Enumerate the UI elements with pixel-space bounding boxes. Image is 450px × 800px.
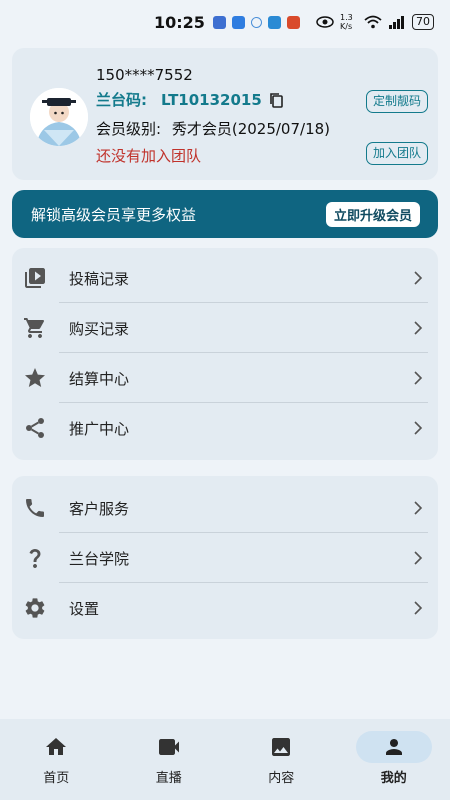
menu-item-submission-records[interactable]: 投稿记录 xyxy=(12,253,438,303)
network-speed: 1.3 K/s xyxy=(340,13,353,31)
custom-code-button[interactable]: 定制靓码 xyxy=(365,90,428,113)
code-label: 兰台码: xyxy=(96,91,147,109)
menu-label: 兰台学院 xyxy=(69,549,130,568)
menu-label: 设置 xyxy=(69,599,100,618)
join-team-button[interactable]: 加入团队 xyxy=(365,142,428,165)
copy-icon[interactable] xyxy=(268,92,284,108)
app-notification-icon xyxy=(231,15,245,29)
nav-live[interactable]: 直播 xyxy=(113,719,226,800)
upgrade-button[interactable]: 立即升级会员 xyxy=(325,201,420,227)
nav-label: 我的 xyxy=(380,771,407,786)
status-bar: 10:25 1.3 K/s 70 xyxy=(0,0,450,44)
chevron-right-icon xyxy=(414,551,423,565)
cart-icon xyxy=(24,318,45,338)
member-level: 会员级别: 秀才会员(2025/07/18) xyxy=(96,118,330,139)
level-value: 秀才会员(2025/07/18) xyxy=(171,120,331,138)
nav-label: 首页 xyxy=(43,771,70,786)
app-notification-icon xyxy=(286,15,300,29)
chevron-right-icon xyxy=(414,271,423,285)
upgrade-text: 解锁高级会员享更多权益 xyxy=(31,205,197,224)
nav-content[interactable]: 内容 xyxy=(225,719,338,800)
profile-card: 150****7552 兰台码: LT10132015 会员级别: 秀才会员(2… xyxy=(12,48,438,180)
menu-label: 客户服务 xyxy=(69,499,130,518)
video-camera-icon xyxy=(158,739,179,755)
star-icon xyxy=(25,368,45,387)
app-notification-icon xyxy=(267,15,281,29)
lantai-code-row: 兰台码: LT10132015 xyxy=(96,89,284,110)
menu-label: 结算中心 xyxy=(69,369,130,388)
signal-icon xyxy=(389,16,404,29)
battery-indicator: 70 xyxy=(412,14,434,30)
person-icon xyxy=(385,739,402,755)
phone-number: 150****7552 xyxy=(96,66,193,84)
menu-item-lantai-academy[interactable]: 兰台学院 xyxy=(12,533,438,583)
nav-mine[interactable]: 我的 xyxy=(338,719,450,800)
menu-item-promotion-center[interactable]: 推广中心 xyxy=(12,403,438,453)
upgrade-banner[interactable]: 解锁高级会员享更多权益 立即升级会员 xyxy=(12,190,438,238)
phone-icon xyxy=(26,499,44,517)
eye-icon xyxy=(316,16,334,28)
menu-item-settlement-center[interactable]: 结算中心 xyxy=(12,353,438,403)
share-icon xyxy=(26,418,44,438)
menu-label: 推广中心 xyxy=(69,419,130,438)
app-notification-icon xyxy=(212,15,226,29)
level-label: 会员级别: xyxy=(96,120,162,138)
avatar-illustration xyxy=(30,88,88,146)
home-icon xyxy=(46,738,67,755)
menu-label: 购买记录 xyxy=(69,319,130,338)
avatar[interactable] xyxy=(30,88,88,146)
bottom-nav: 首页 直播 内容 我的 xyxy=(0,719,450,800)
menu-card-records: 投稿记录 购买记录 结算中心 推广中心 xyxy=(12,248,438,460)
status-time: 10:25 xyxy=(154,12,205,32)
nav-label: 直播 xyxy=(155,771,182,786)
menu-card-support: 客户服务 兰台学院 设置 xyxy=(12,476,438,639)
menu-label: 投稿记录 xyxy=(69,269,130,288)
wifi-icon xyxy=(364,15,382,29)
menu-item-customer-service[interactable]: 客户服务 xyxy=(12,483,438,533)
chevron-right-icon xyxy=(414,371,423,385)
question-icon xyxy=(29,549,41,568)
chat-notification-icon xyxy=(250,16,262,28)
image-icon xyxy=(272,738,291,756)
chevron-right-icon xyxy=(414,601,423,615)
chevron-right-icon xyxy=(414,321,423,335)
chevron-right-icon xyxy=(414,501,423,515)
video-library-icon xyxy=(25,268,45,288)
menu-item-settings[interactable]: 设置 xyxy=(12,583,438,633)
nav-home[interactable]: 首页 xyxy=(0,719,113,800)
notification-icons xyxy=(212,15,300,29)
menu-item-purchase-records[interactable]: 购买记录 xyxy=(12,303,438,353)
team-status: 还没有加入团队 xyxy=(96,147,202,165)
nav-label: 内容 xyxy=(268,771,295,786)
code-value: LT10132015 xyxy=(161,90,262,109)
chevron-right-icon xyxy=(414,421,423,435)
gear-icon xyxy=(25,598,45,618)
